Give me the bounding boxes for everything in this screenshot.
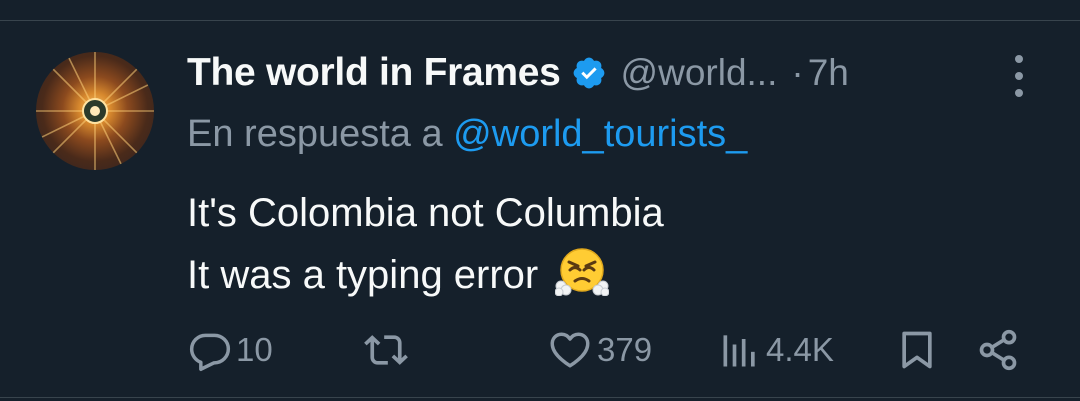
- reply-mention-link[interactable]: @world_tourists_: [453, 113, 747, 155]
- tweet-text-line-2-text: It was a typing error: [187, 253, 539, 297]
- retweet-icon: [361, 328, 411, 372]
- share-icon: [974, 328, 1022, 372]
- like-button[interactable]: 379: [547, 322, 652, 378]
- avatar-image: [36, 52, 154, 170]
- reply-context: En respuesta a @world_tourists_: [187, 113, 747, 156]
- reply-prefix: En respuesta a: [187, 113, 443, 155]
- timestamp[interactable]: 7h: [808, 52, 849, 94]
- reply-icon: [188, 328, 232, 372]
- tweet-header: The world in Frames @world... · 7h: [187, 46, 849, 100]
- tweet-text: It's Colombia not Columbia It was a typi…: [187, 182, 664, 314]
- top-divider: [0, 20, 1080, 21]
- bookmark-button[interactable]: [895, 322, 939, 378]
- bottom-divider: [0, 397, 1080, 398]
- display-name[interactable]: The world in Frames: [187, 51, 561, 95]
- user-handle[interactable]: @world...: [621, 52, 778, 94]
- verified-badge-icon: [571, 55, 607, 91]
- like-icon: [547, 328, 593, 372]
- avatar[interactable]: [36, 52, 154, 170]
- share-button[interactable]: [974, 322, 1022, 378]
- bookmark-icon: [895, 328, 939, 372]
- views-count: 4.4K: [766, 331, 834, 368]
- action-bar: 10 379 4.4K: [0, 322, 1080, 378]
- face-with-steam-from-nose-icon: [554, 246, 610, 314]
- reply-count: 10: [236, 331, 273, 368]
- more-options-icon[interactable]: [1005, 55, 1033, 97]
- retweet-button[interactable]: [361, 322, 415, 378]
- tweet-text-line-1: It's Colombia not Columbia: [187, 191, 664, 235]
- views-button[interactable]: 4.4K: [718, 322, 834, 378]
- like-count: 379: [597, 331, 653, 368]
- views-icon: [718, 328, 762, 372]
- separator-dot: ·: [791, 52, 804, 93]
- tweet-text-line-2: It was a typing error: [187, 244, 664, 314]
- reply-button[interactable]: 10: [188, 322, 273, 378]
